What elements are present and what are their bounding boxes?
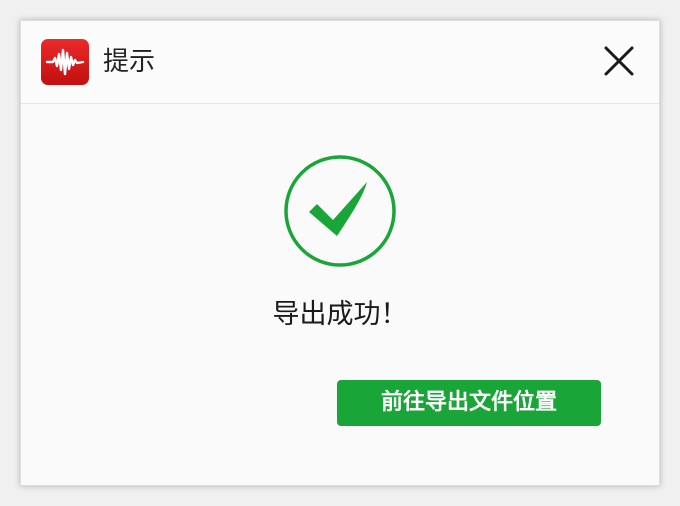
- dialog-titlebar: 提示: [21, 21, 659, 104]
- open-export-location-button[interactable]: 前往导出文件位置: [337, 380, 601, 426]
- success-message: 导出成功！: [272, 299, 408, 330]
- checkmark-circle-icon: [283, 154, 397, 268]
- waveform-icon: [41, 39, 89, 85]
- close-button[interactable]: [601, 43, 637, 79]
- dialog-title: 提示: [103, 47, 156, 77]
- export-success-dialog: 提示 导出成功！ 前往导出文件位置: [20, 20, 660, 486]
- close-icon[interactable]: [601, 43, 637, 79]
- dialog-content: 导出成功！ 前往导出文件位置: [21, 104, 659, 485]
